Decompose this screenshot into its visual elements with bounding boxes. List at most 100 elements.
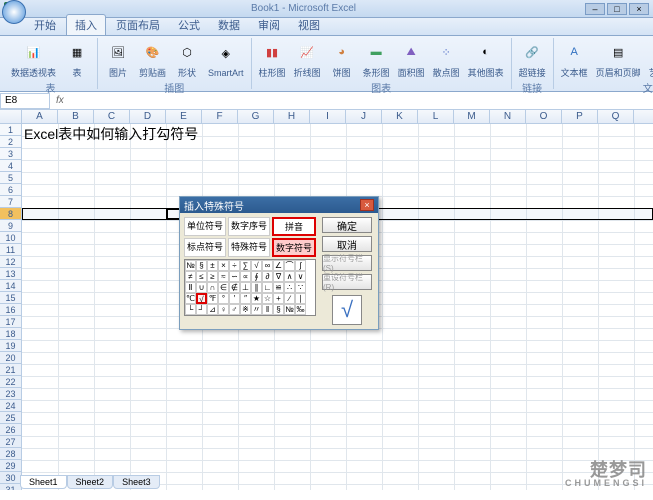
sheet-tab-2[interactable]: Sheet2 bbox=[67, 475, 114, 489]
col-header-C[interactable]: C bbox=[94, 110, 130, 123]
smartart-button[interactable]: ◈SmartArt bbox=[205, 40, 247, 79]
symbol-cell[interactable]: ∝ bbox=[240, 271, 251, 282]
symbol-cell[interactable]: ⌒ bbox=[284, 260, 295, 271]
row-header-25[interactable]: 25 bbox=[0, 412, 21, 424]
symbol-cell[interactable]: ∥ bbox=[251, 282, 262, 293]
select-all-corner[interactable] bbox=[0, 110, 22, 123]
tab-page-layout[interactable]: 页面布局 bbox=[108, 15, 168, 35]
symbol-cell[interactable]: Ⅱ bbox=[185, 282, 196, 293]
office-button[interactable] bbox=[2, 0, 26, 24]
symbol-cell[interactable]: ° bbox=[218, 293, 229, 304]
shapes-button[interactable]: ⬡形状 bbox=[171, 38, 203, 80]
dialog-close-button[interactable]: × bbox=[360, 199, 374, 211]
symbol-cell[interactable]: № bbox=[284, 304, 295, 315]
symbol-cell[interactable]: ∇ bbox=[273, 271, 284, 282]
category-punctuation[interactable]: 标点符号 bbox=[184, 238, 226, 257]
cancel-button[interactable]: 取消 bbox=[322, 236, 372, 252]
col-header-A[interactable]: A bbox=[22, 110, 58, 123]
symbol-cell[interactable]: ∨ bbox=[295, 271, 306, 282]
textbox-button[interactable]: A文本框 bbox=[558, 38, 591, 80]
row-header-29[interactable]: 29 bbox=[0, 460, 21, 472]
row-header-15[interactable]: 15 bbox=[0, 292, 21, 304]
symbol-cell[interactable]: √ bbox=[251, 260, 262, 271]
pie-chart-button[interactable]: ◕饼图 bbox=[326, 38, 358, 80]
pivot-table-button[interactable]: 📊数据透视表 bbox=[8, 38, 59, 80]
minimize-button[interactable]: – bbox=[585, 3, 605, 15]
symbol-cell[interactable]: ∴ bbox=[284, 282, 295, 293]
symbol-cell[interactable]: ≥ bbox=[207, 271, 218, 282]
row-header-26[interactable]: 26 bbox=[0, 424, 21, 436]
symbol-cell[interactable]: ∟ bbox=[262, 282, 273, 293]
row-header-5[interactable]: 5 bbox=[0, 172, 21, 184]
col-header-O[interactable]: O bbox=[526, 110, 562, 123]
row-header-8[interactable]: 8 bbox=[0, 208, 21, 220]
hyperlink-button[interactable]: 🔗超链接 bbox=[516, 38, 549, 80]
row-header-14[interactable]: 14 bbox=[0, 280, 21, 292]
col-header-K[interactable]: K bbox=[382, 110, 418, 123]
symbol-cell[interactable]: ★ bbox=[251, 293, 262, 304]
row-header-4[interactable]: 4 bbox=[0, 160, 21, 172]
symbol-cell[interactable]: § bbox=[273, 304, 284, 315]
scatter-chart-button[interactable]: ⁘散点图 bbox=[430, 38, 463, 80]
symbol-cell[interactable]: № bbox=[185, 260, 196, 271]
area-chart-button[interactable]: ⛰面积图 bbox=[395, 38, 428, 80]
symbol-cell[interactable]: § bbox=[196, 260, 207, 271]
symbol-cell[interactable]: ┘ bbox=[196, 304, 207, 315]
symbol-cell[interactable]: └ bbox=[185, 304, 196, 315]
col-header-B[interactable]: B bbox=[58, 110, 94, 123]
row-header-7[interactable]: 7 bbox=[0, 196, 21, 208]
row-header-27[interactable]: 27 bbox=[0, 436, 21, 448]
row-header-12[interactable]: 12 bbox=[0, 256, 21, 268]
symbol-cell[interactable]: ± bbox=[207, 260, 218, 271]
tab-review[interactable]: 审阅 bbox=[250, 15, 288, 35]
symbol-cell[interactable]: ≈ bbox=[218, 271, 229, 282]
other-chart-button[interactable]: ◐其他图表 bbox=[465, 38, 507, 80]
tab-formulas[interactable]: 公式 bbox=[170, 15, 208, 35]
category-pinyin[interactable]: 拼音 bbox=[272, 217, 316, 236]
row-header-23[interactable]: 23 bbox=[0, 388, 21, 400]
name-box[interactable]: E8 bbox=[0, 93, 50, 109]
col-header-P[interactable]: P bbox=[562, 110, 598, 123]
row-header-17[interactable]: 17 bbox=[0, 316, 21, 328]
symbol-cell[interactable]: ∠ bbox=[273, 260, 284, 271]
symbol-cell[interactable]: ∞ bbox=[262, 260, 273, 271]
symbol-cell[interactable]: ÷ bbox=[229, 260, 240, 271]
col-header-D[interactable]: D bbox=[130, 110, 166, 123]
wordart-button[interactable]: A艺术字 bbox=[646, 38, 653, 80]
tab-data[interactable]: 数据 bbox=[210, 15, 248, 35]
category-unit[interactable]: 单位符号 bbox=[184, 217, 226, 236]
row-header-22[interactable]: 22 bbox=[0, 376, 21, 388]
category-math[interactable]: 数字符号 bbox=[272, 238, 316, 257]
symbol-cell[interactable]: ⊿ bbox=[207, 304, 218, 315]
table-button[interactable]: ▦表 bbox=[61, 38, 93, 80]
tab-insert[interactable]: 插入 bbox=[66, 14, 106, 35]
col-header-I[interactable]: I bbox=[310, 110, 346, 123]
symbol-cell[interactable]: ′ bbox=[229, 293, 240, 304]
symbol-cell[interactable]: ☆ bbox=[262, 293, 273, 304]
symbol-cell[interactable]: ♀ bbox=[218, 304, 229, 315]
symbol-cell[interactable]: 〃 bbox=[251, 304, 262, 315]
col-header-Q[interactable]: Q bbox=[598, 110, 634, 123]
clipart-button[interactable]: 🎨剪贴画 bbox=[136, 38, 169, 80]
col-header-F[interactable]: F bbox=[202, 110, 238, 123]
symbol-cell[interactable]: + bbox=[273, 293, 284, 304]
tab-view[interactable]: 视图 bbox=[290, 15, 328, 35]
row-header-18[interactable]: 18 bbox=[0, 328, 21, 340]
symbol-cell[interactable]: ∫ bbox=[295, 260, 306, 271]
tab-home[interactable]: 开始 bbox=[26, 15, 64, 35]
row-header-2[interactable]: 2 bbox=[0, 136, 21, 148]
line-chart-button[interactable]: 📈折线图 bbox=[291, 38, 324, 80]
row-header-16[interactable]: 16 bbox=[0, 304, 21, 316]
row-header-19[interactable]: 19 bbox=[0, 340, 21, 352]
row-header-1[interactable]: 1 bbox=[0, 124, 21, 136]
row-header-13[interactable]: 13 bbox=[0, 268, 21, 280]
symbol-cell[interactable]: ∑ bbox=[240, 260, 251, 271]
symbol-cell[interactable]: ∧ bbox=[284, 271, 295, 282]
col-header-J[interactable]: J bbox=[346, 110, 382, 123]
row-header-10[interactable]: 10 bbox=[0, 232, 21, 244]
symbol-cell[interactable]: ‰ bbox=[295, 304, 306, 315]
symbol-cell[interactable]: ∈ bbox=[218, 282, 229, 293]
symbol-cell[interactable]: ∽ bbox=[229, 271, 240, 282]
symbol-cell[interactable]: √ bbox=[196, 293, 207, 304]
dialog-titlebar[interactable]: 插入特殊符号 × bbox=[180, 197, 378, 213]
